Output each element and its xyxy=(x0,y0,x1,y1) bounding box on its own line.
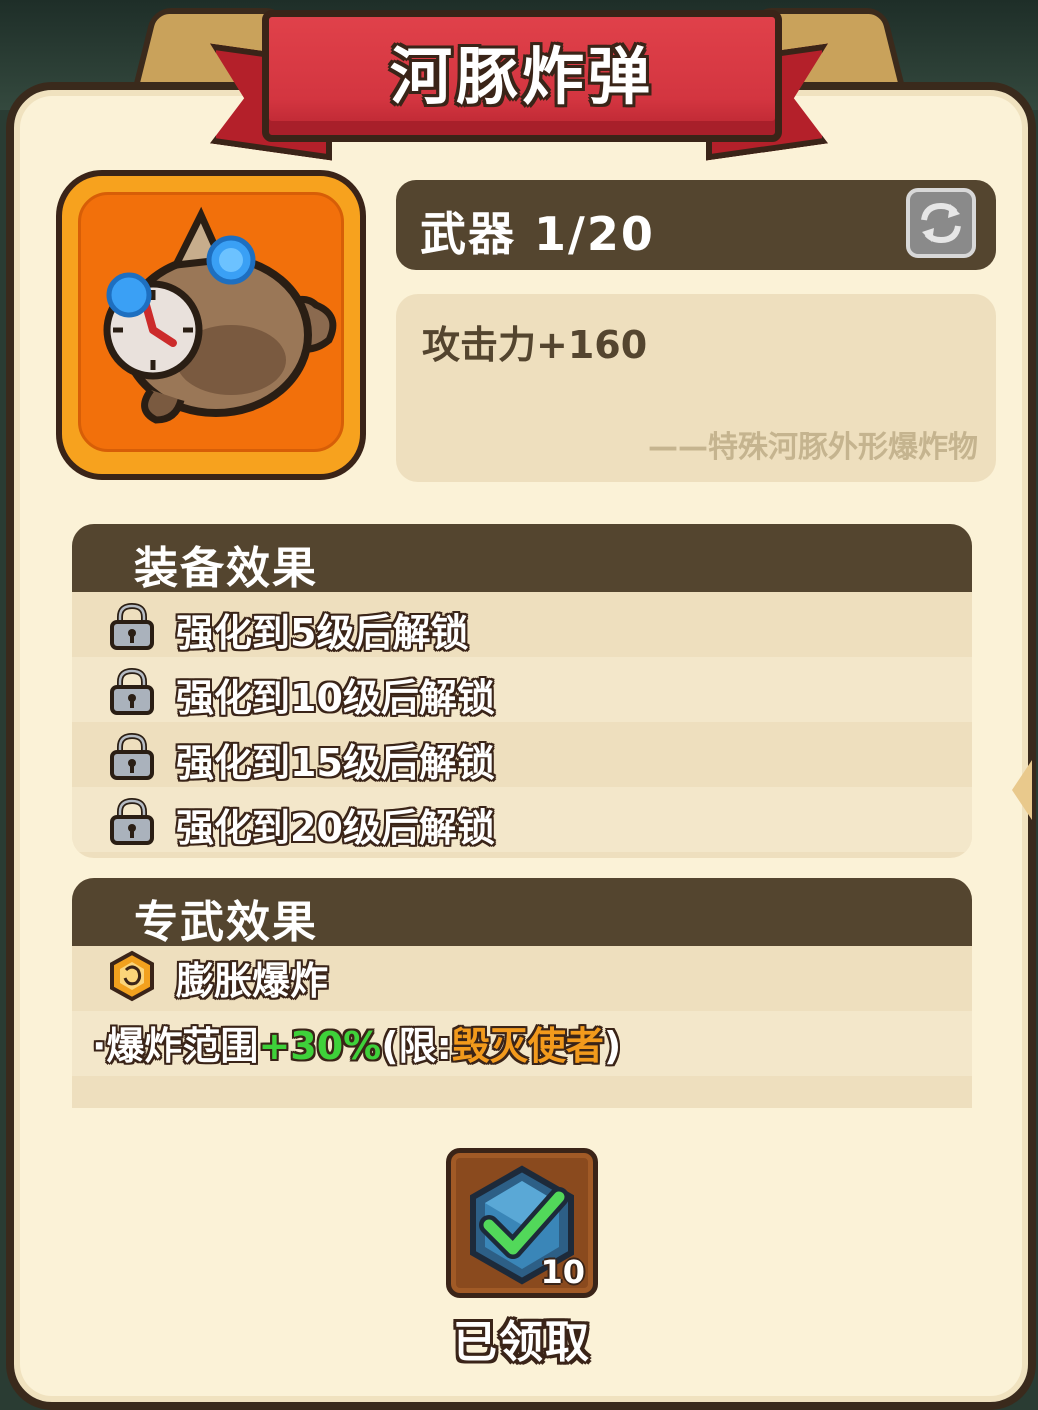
effect-limit-close: ) xyxy=(603,1024,622,1068)
weapon-level-label: 武器 1/20 xyxy=(420,207,655,261)
skill-row: 膨胀爆炸 xyxy=(72,946,972,1011)
item-icon-frame[interactable] xyxy=(56,170,366,480)
flavor-text: ——特殊河豚外形爆炸物 xyxy=(648,430,978,465)
refresh-button[interactable] xyxy=(906,188,976,258)
equip-effects-title: 装备效果 xyxy=(134,543,318,594)
list-item: 强化到10级后解锁 xyxy=(72,657,972,722)
reward-count: 10 xyxy=(540,1253,585,1291)
lock-icon xyxy=(110,797,154,845)
unlock-condition: 强化到15级后解锁 xyxy=(176,741,495,785)
exclusive-effects-header: 专武效果 xyxy=(72,878,972,948)
effect-description: ·爆炸范围+30%(限:毁灭使者) xyxy=(92,1015,621,1070)
item-icon-background xyxy=(78,192,344,452)
description-box: 攻击力+160 ——特殊河豚外形爆炸物 xyxy=(396,294,996,482)
lock-icon xyxy=(110,602,154,650)
unlock-condition: 强化到10级后解锁 xyxy=(176,676,495,720)
lock-icon xyxy=(110,667,154,715)
exclusive-effects-title: 专武效果 xyxy=(134,897,318,948)
equip-effects-header: 装备效果 xyxy=(72,524,972,594)
title-banner: 河豚炸弹 xyxy=(262,10,782,142)
effect-limit-open: (限: xyxy=(381,1024,452,1068)
refresh-icon xyxy=(921,202,961,244)
effect-hero-name: 毁灭使者 xyxy=(451,1024,604,1068)
reward-slot[interactable]: 10 xyxy=(446,1148,598,1298)
pufferfish-bomb-icon xyxy=(103,206,337,424)
skill-name: 膨胀爆炸 xyxy=(176,959,329,1003)
lock-icon xyxy=(110,732,154,780)
exclusive-effects-section: 专武效果 膨胀爆炸 ·爆炸范围+30%(限:毁灭使者) xyxy=(72,878,972,1108)
list-item: 强化到15级后解锁 xyxy=(72,722,972,787)
list-item: 强化到5级后解锁 xyxy=(72,592,972,657)
effect-row: ·爆炸范围+30%(限:毁灭使者) xyxy=(72,1011,972,1076)
unlock-condition: 强化到20级后解锁 xyxy=(176,806,495,850)
reward-claimed-label: 已领取 xyxy=(453,1317,591,1368)
attack-stat: 攻击力+160 xyxy=(422,323,648,367)
item-title: 河豚炸弹 xyxy=(389,40,654,113)
weapon-header-bar: 武器 1/20 xyxy=(396,180,996,270)
list-item: 强化到20级后解锁 xyxy=(72,787,972,852)
effect-bonus: +30% xyxy=(258,1024,382,1068)
skill-hexagon-icon xyxy=(110,950,154,1002)
unlock-condition: 强化到5级后解锁 xyxy=(176,611,469,655)
effect-prefix: ·爆炸范围 xyxy=(92,1024,259,1068)
effect-spacer-row xyxy=(72,1076,972,1108)
equip-effects-section: 装备效果 强化到5级后解锁 强化到10级后解锁 强化到15级后解锁 强化到20级… xyxy=(72,524,972,858)
